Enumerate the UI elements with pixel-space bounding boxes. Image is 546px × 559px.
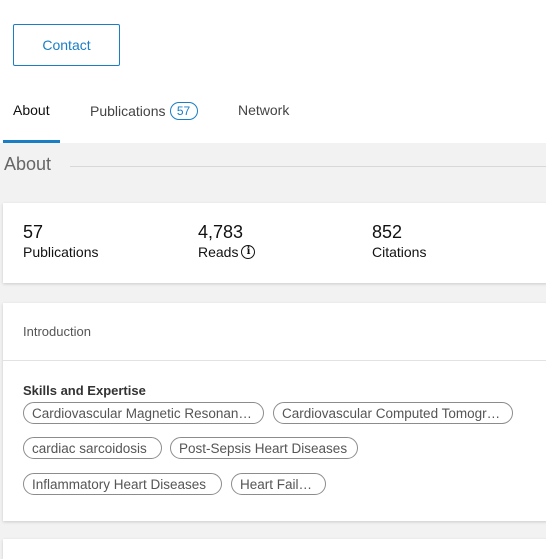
- contact-button[interactable]: Contact: [13, 24, 120, 66]
- skill-chip[interactable]: Post-Sepsis Heart Diseases: [170, 437, 358, 459]
- stat-label: Citations: [372, 244, 427, 260]
- skill-chip[interactable]: cardiac sarcoidosis: [23, 437, 162, 459]
- introduction-title: Introduction: [23, 324, 91, 339]
- skill-chip[interactable]: Cardiovascular Computed Tomogr…: [273, 402, 513, 424]
- publications-count-badge: 57: [169, 102, 198, 120]
- stat-citations[interactable]: 852 Citations: [372, 221, 426, 261]
- profile-header: Contact About Publications 57 Network: [0, 0, 546, 143]
- stats-card: 57 Publications 4,783 Reads i 852 Citati…: [3, 203, 546, 283]
- skills-heading: Skills and Expertise: [23, 383, 146, 398]
- tab-about[interactable]: About: [13, 102, 50, 118]
- stat-label: Publications: [23, 244, 99, 260]
- introduction-card: Introduction Skills and Expertise Cardio…: [3, 303, 546, 521]
- tab-about-label: About: [13, 102, 50, 118]
- skill-chip[interactable]: Cardiovascular Magnetic Resonan…: [23, 402, 264, 424]
- stat-value: 852: [372, 222, 403, 242]
- introduction-divider: [3, 360, 546, 361]
- next-card: [3, 539, 546, 559]
- stat-publications[interactable]: 57 Publications: [23, 221, 99, 261]
- active-tab-indicator: [3, 140, 60, 143]
- skill-chip[interactable]: Inflammatory Heart Diseases: [23, 473, 222, 495]
- tab-network[interactable]: Network: [238, 102, 289, 118]
- skill-chip[interactable]: Heart Failure: [231, 473, 326, 495]
- stat-value: 4,783: [198, 222, 244, 242]
- info-icon[interactable]: i: [241, 245, 256, 259]
- tab-publications[interactable]: Publications 57: [90, 102, 198, 120]
- stat-label: Reads: [198, 244, 239, 260]
- stat-reads: 4,783 Reads i: [198, 221, 256, 261]
- section-title: About: [4, 154, 52, 174]
- tab-network-label: Network: [238, 102, 290, 118]
- stat-value: 57: [23, 222, 44, 242]
- tab-publications-label: Publications: [90, 103, 166, 119]
- section-divider: [70, 166, 546, 167]
